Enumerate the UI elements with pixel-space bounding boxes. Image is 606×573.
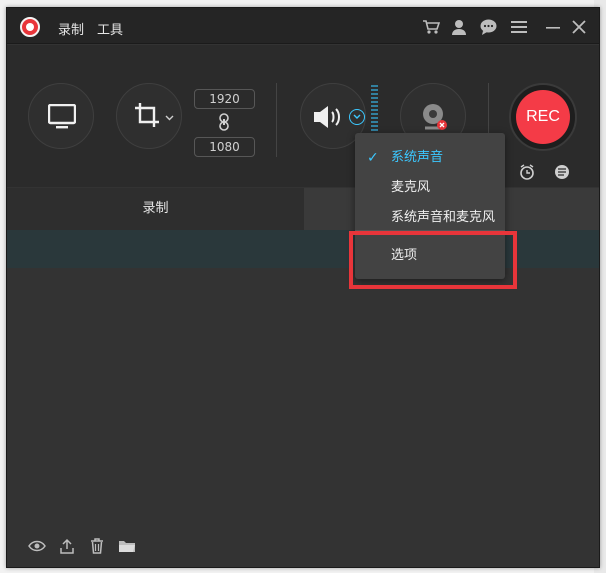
rec-button[interactable]: REC [516,90,570,144]
recording-list [7,268,599,567]
task-schedule-icon[interactable] [554,164,570,180]
app-logo [20,17,40,37]
share-icon[interactable] [57,537,77,555]
menu-tools[interactable]: 工具 [97,19,123,38]
menu-icon[interactable] [510,18,528,36]
check-icon: ✓ [367,150,379,166]
title-bar: 录制 工具 [7,8,599,44]
bottom-toolbar [27,537,137,555]
menu-item-label: 系统声音和麦克风 [391,210,496,225]
monitor-icon [48,104,76,129]
chat-icon[interactable] [479,18,497,36]
menu-item-label: 系统声音 [391,150,444,165]
sound-dropdown-button[interactable] [349,109,365,125]
alarm-clock-icon[interactable] [519,164,535,180]
divider [276,83,277,157]
app-window: 录制 工具 1920 1080 REC 录制 ✓ 系统声音 麦克风 系统声音和麦… [6,7,600,568]
chevron-down-icon[interactable] [165,115,174,121]
rec-button-frame: REC [509,83,577,151]
menu-item-label: 麦克风 [391,180,431,195]
tab-bar: 录制 [7,188,599,230]
crop-icon [135,103,159,127]
width-field[interactable]: 1920 [194,89,255,109]
height-field[interactable]: 1080 [194,137,255,157]
menu-item-system-and-mic[interactable]: 系统声音和麦克风 [355,203,505,233]
tab-record[interactable]: 录制 [7,188,304,230]
menu-item-microphone[interactable]: 麦克风 [355,173,505,203]
link-icon[interactable] [219,113,229,131]
cart-icon[interactable] [422,18,440,36]
highlight-annotation-frame [349,231,517,289]
toolbar: 1920 1080 REC [7,45,599,187]
chevron-down-icon [353,114,361,119]
user-icon[interactable] [450,18,468,36]
trash-icon[interactable] [87,537,107,555]
webcam-icon [423,104,447,130]
minimize-icon[interactable] [544,18,562,36]
menu-record[interactable]: 录制 [58,19,84,38]
full-screen-button[interactable] [28,83,94,149]
folder-icon[interactable] [117,537,137,555]
speaker-icon [314,106,340,128]
region-button[interactable] [116,83,182,149]
eye-icon[interactable] [27,537,47,555]
close-icon[interactable] [570,18,588,36]
menu-item-system-sound[interactable]: ✓ 系统声音 [355,143,505,173]
